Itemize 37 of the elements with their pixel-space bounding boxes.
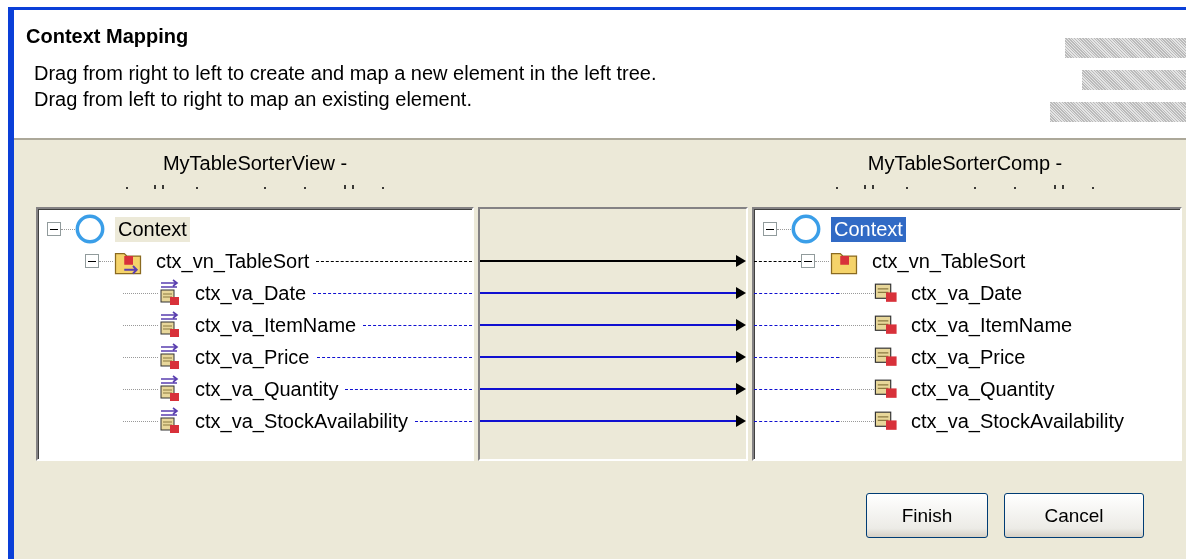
tree-heading: MyTableSorterView -	[162, 152, 348, 175]
tree-item[interactable]: ctx_va_StockAvailability	[908, 408, 1128, 434]
collapse-toggle[interactable]	[801, 254, 815, 268]
tree-item[interactable]: ctx_va_Price	[908, 344, 1029, 370]
attribute-icon	[874, 411, 898, 431]
tree-item[interactable]: ctx_vn_TableSort	[869, 248, 1029, 274]
tree-item[interactable]: ctx_va_ItemName	[908, 312, 1076, 338]
attribute-arrow-icon	[158, 375, 182, 403]
finish-button[interactable]: Finish	[866, 493, 988, 538]
tree-item[interactable]: Context	[115, 216, 190, 242]
tree-heading: MyTableSorterComp -	[867, 152, 1063, 175]
tree-item[interactable]: ctx_va_Date	[908, 280, 1026, 306]
instruction-text: Drag from left to right to map an existing element.	[34, 88, 472, 111]
attribute-icon	[874, 315, 898, 335]
tree-item[interactable]: Context	[831, 216, 906, 242]
collapse-toggle[interactable]	[85, 254, 99, 268]
circle-icon	[75, 214, 105, 244]
tree-item[interactable]: ctx_va_ItemName	[192, 312, 360, 338]
attribute-arrow-icon	[158, 407, 182, 435]
collapse-toggle[interactable]	[47, 222, 61, 236]
tree-item[interactable]: ctx_va_StockAvailability	[192, 408, 412, 434]
attribute-icon	[874, 283, 898, 303]
dialog-title: Context Mapping	[26, 25, 190, 48]
instruction-text: Drag from right to left to create and map a new element in the left tree.	[34, 62, 657, 85]
tree-item[interactable]: ctx_va_Price	[192, 344, 313, 370]
circle-icon	[791, 214, 821, 244]
cancel-button[interactable]: Cancel	[1004, 493, 1144, 538]
attribute-arrow-icon	[158, 311, 182, 339]
attribute-icon	[874, 379, 898, 399]
attribute-arrow-icon	[158, 279, 182, 307]
attribute-icon	[874, 347, 898, 367]
tree-item[interactable]: ctx_vn_TableSort	[153, 248, 313, 274]
tree-item[interactable]: ctx_va_Date	[192, 280, 310, 306]
attribute-arrow-icon	[158, 343, 182, 371]
tree-item[interactable]: ctx_va_Quantity	[908, 376, 1058, 402]
collapse-toggle[interactable]	[763, 222, 777, 236]
tree-item[interactable]: ctx_va_Quantity	[192, 376, 342, 402]
